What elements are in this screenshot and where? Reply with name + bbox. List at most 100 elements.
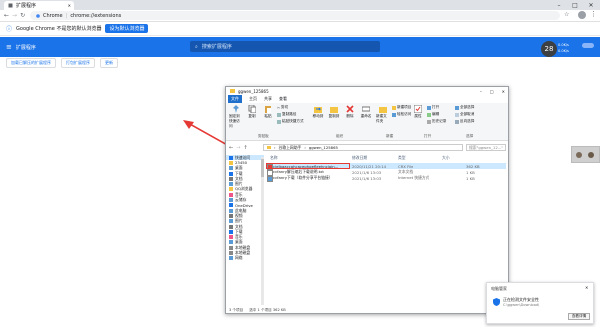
- explorer-status-bar: 3 个项目 选中 1 个项目 362 KB: [226, 307, 508, 314]
- nav-item-icon: [229, 160, 233, 165]
- breadcrumb-current[interactable]: ggwen_125865: [309, 145, 338, 150]
- rename-icon: [362, 106, 370, 112]
- folder-icon: [230, 89, 235, 93]
- ribbon-tabs: 文件 主页 共享 查看: [226, 95, 508, 103]
- explorer-maximize-button[interactable]: □: [490, 89, 494, 94]
- select-none-button[interactable]: 全部取消: [455, 112, 474, 117]
- history-button[interactable]: 历史记录: [427, 119, 446, 124]
- copy-to-button[interactable]: 复制到: [327, 105, 341, 119]
- rename-button[interactable]: 重命名: [359, 105, 373, 119]
- hamburger-menu-icon[interactable]: ≡: [6, 43, 12, 51]
- select-all-button[interactable]: 全部选择: [455, 105, 474, 110]
- tab-extensions[interactable]: 扩展程序 ✕: [4, 1, 74, 10]
- developer-mode-toggle[interactable]: [582, 43, 594, 48]
- nav-item[interactable]: 网络: [226, 255, 264, 261]
- copy-folder-icon: [330, 107, 338, 113]
- extension-search-input[interactable]: ⌕ 搜索扩展程序: [190, 41, 380, 52]
- file-size: 362 KB: [466, 163, 480, 169]
- paste-button[interactable]: 粘贴: [261, 105, 275, 119]
- file-list: 名称 修改日期 类型 大小 cielbaaccahcacephgefleehnc…: [266, 155, 508, 307]
- easy-access-button[interactable]: 轻松访问: [392, 112, 411, 117]
- back-icon[interactable]: ←: [229, 145, 233, 151]
- col-type[interactable]: 类型: [398, 155, 406, 161]
- menu-icon[interactable]: ⋮: [590, 10, 597, 18]
- nav-item-icon: [229, 208, 233, 213]
- group-organize-label: 组织: [336, 134, 344, 138]
- copy-path-button[interactable]: 复制路径: [277, 112, 304, 117]
- new-item-button[interactable]: 新建项目: [392, 105, 411, 110]
- shield-icon: [493, 298, 500, 306]
- close-window-button[interactable]: ✕: [584, 0, 598, 10]
- explorer-minimize-button[interactable]: –: [480, 89, 482, 94]
- forward-icon[interactable]: →: [236, 145, 240, 151]
- nav-item-icon: [229, 198, 233, 203]
- chrome-logo-icon: [36, 13, 40, 18]
- delete-button[interactable]: 删除: [343, 105, 357, 119]
- back-icon[interactable]: ←: [4, 12, 9, 19]
- group-new-label: 新建: [386, 134, 394, 138]
- edit-button[interactable]: 编辑: [427, 112, 446, 117]
- chrome-title-bar: [0, 0, 600, 10]
- nav-scrollbar[interactable]: [261, 157, 264, 305]
- new-folder-button[interactable]: 新建文件夹: [376, 105, 390, 124]
- paste-shortcut-button[interactable]: 粘贴快捷方式: [277, 119, 304, 124]
- star-icon[interactable]: ☆: [564, 11, 569, 18]
- explorer-address-bar[interactable]: › 谷歌上网助手 › ggwen_125865: [263, 144, 463, 151]
- column-headers: 名称 修改日期 类型 大小: [266, 155, 506, 161]
- nav-item-icon: [229, 187, 233, 192]
- highlight-box: [266, 162, 350, 169]
- nav-item-label: 网络: [235, 255, 243, 261]
- up-icon[interactable]: ↑: [243, 145, 247, 151]
- scissors-icon: ✂: [277, 105, 281, 110]
- load-unpacked-button[interactable]: 加载已解压的扩展程序: [6, 58, 56, 68]
- invert-icon: [455, 119, 459, 124]
- maximize-button[interactable]: □: [568, 0, 582, 10]
- nav-item-icon: [229, 166, 233, 171]
- tab-close-icon[interactable]: ✕: [68, 3, 71, 8]
- set-default-button[interactable]: 设为默认浏览器: [105, 24, 149, 33]
- notification-close-icon[interactable]: ✕: [585, 285, 588, 290]
- nav-item-icon: [229, 224, 233, 229]
- copy-button[interactable]: 复制: [245, 105, 259, 119]
- tab-view[interactable]: 查看: [279, 96, 287, 102]
- omnibox[interactable]: Chrome | chrome://extensions: [30, 11, 560, 20]
- file-row[interactable]: ccfanry下载（软件分享平台链接） 2021/1/6 13:03 Interne…: [266, 175, 506, 182]
- nav-item-icon: [229, 245, 233, 250]
- folder-icon: [267, 146, 271, 149]
- nav-item-icon: [229, 171, 233, 176]
- cut-button[interactable]: ✂ 剪切: [277, 105, 304, 110]
- minimize-button[interactable]: –: [552, 0, 566, 10]
- copy-icon: [248, 105, 256, 113]
- avatar[interactable]: [578, 11, 586, 19]
- view-details-button[interactable]: 查看详情: [568, 313, 590, 320]
- properties-button[interactable]: 属性: [411, 105, 425, 119]
- floating-thumbnail[interactable]: [571, 146, 600, 163]
- tab-file[interactable]: 文件: [228, 95, 242, 103]
- pin-icon: [233, 105, 239, 113]
- pin-quick-access-button[interactable]: 固定到快速访问: [229, 105, 243, 129]
- nav-scrollbar-thumb[interactable]: [261, 159, 264, 177]
- group-clipboard-label: 剪贴板: [258, 134, 269, 138]
- pack-extension-button[interactable]: 打包扩展程序: [61, 58, 95, 68]
- update-button[interactable]: 更新: [100, 58, 118, 68]
- breadcrumb-parent[interactable]: 谷歌上网助手: [279, 145, 302, 151]
- search-icon: ⌕: [195, 43, 198, 50]
- nav-item-icon: [229, 235, 233, 240]
- invert-selection-button[interactable]: 反向选择: [455, 119, 474, 124]
- explorer-search-input[interactable]: 搜索"ggwen_12...": [466, 144, 506, 151]
- open-button[interactable]: 打开: [427, 105, 446, 110]
- col-date[interactable]: 修改日期: [352, 155, 367, 161]
- forward-icon[interactable]: →: [12, 12, 17, 19]
- paste-icon: [265, 106, 271, 113]
- info-text: Google Chrome 不是您的默认浏览器: [16, 26, 102, 32]
- nav-item-icon: [229, 155, 233, 160]
- col-size[interactable]: 大小: [442, 155, 450, 161]
- puzzle-icon: [8, 3, 13, 8]
- reload-icon[interactable]: ↻: [20, 12, 25, 19]
- move-to-button[interactable]: 移动到: [311, 105, 325, 119]
- explorer-close-button[interactable]: ✕: [502, 89, 505, 94]
- tab-share[interactable]: 共享: [264, 96, 272, 102]
- col-name[interactable]: 名称: [270, 155, 278, 161]
- tab-home[interactable]: 主页: [249, 96, 257, 102]
- speed-widget: 28: [541, 41, 557, 57]
